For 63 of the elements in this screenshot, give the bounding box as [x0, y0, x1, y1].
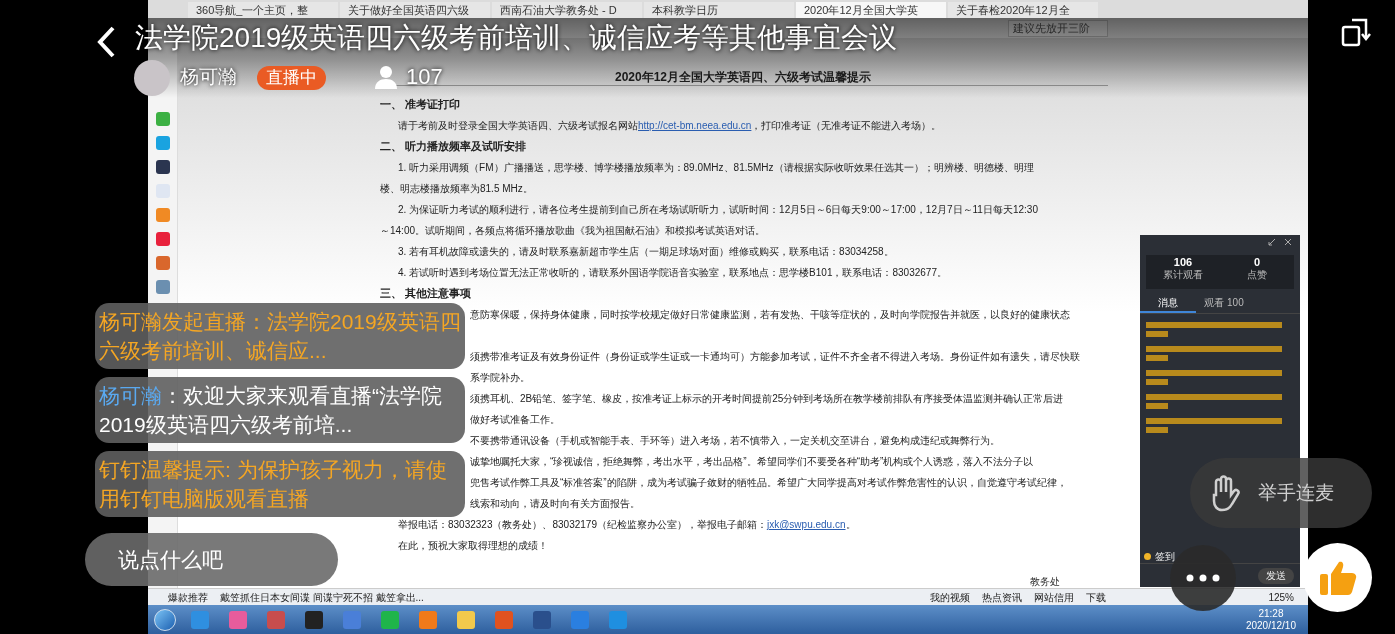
raise-hand-button[interactable]: 举手连麦 [1190, 458, 1372, 528]
document-paragraph: 2. 为保证听力考试的顺利进行，请各位考生提前到自己所在考场试听听力，试听时间：12月5日～6日每天9:00～17:00，12月7日～11日每天12:30 [398, 203, 1038, 217]
likes-count: 0 [1253, 255, 1261, 269]
chat-tab[interactable]: 消息 [1140, 295, 1196, 313]
minimize-icon[interactable] [1268, 238, 1276, 246]
document-paragraph: 在此，预祝大家取得理想的成绩！ [398, 539, 548, 553]
host-name: 杨可瀚 [180, 65, 237, 89]
browser-tab[interactable]: 本科教学日历 [644, 2, 794, 18]
document-paragraph: 线索和动向，请及时向有关方面报告。 [470, 497, 640, 511]
document-signature: 教务处 [1030, 576, 1060, 588]
document-paragraph: 4. 若试听时遇到考场位置无法正常收听的，请联系外国语学院语音实验室，联系地点：思学楼B101，联系电话：83032677。 [398, 266, 947, 280]
section-heading: 一、 准考证打印 [380, 97, 461, 112]
status-bar-link[interactable]: 戴笠抓住日本女间谍 间谍宁死不招 戴笠拿出... [220, 589, 424, 605]
browser-tab[interactable]: 360导航_一个主页，整 [188, 2, 338, 18]
status-bar-link[interactable]: 网站信用 [1034, 589, 1075, 605]
document-paragraph: 楼、明志楼播放频率为81.5 MHz。 [380, 182, 533, 196]
browser-tab[interactable]: 关于春检2020年12月全 [948, 2, 1098, 18]
document-paragraph: 须携带准考证及有效身份证件（身份证或学生证或一卡通均可）方能参加考试，证件不齐全者不得进入考场。身份证件如有遗失，请尽快联 [470, 350, 1080, 364]
status-bar-link[interactable]: 下载 [1086, 589, 1107, 605]
host-avatar[interactable] [134, 60, 170, 96]
status-bar-link[interactable]: 我的视频 [930, 589, 971, 605]
app-icon[interactable] [155, 160, 170, 174]
status-bar-link[interactable]: 热点资讯 [982, 589, 1023, 605]
section-heading: 二、 听力播放频率及试听安排 [380, 139, 527, 154]
document-paragraph: 3. 若有耳机故障或遗失的，请及时联系嘉新超市学生店（一期足球场对面）维修或购买，联系电话：83034258。 [398, 245, 894, 259]
chat-tab[interactable]: 观看 100 [1196, 295, 1252, 313]
live-status-badge: 直播中 [257, 66, 326, 90]
taskbar-date[interactable]: 2020/12/10 [1245, 619, 1296, 632]
status-bar-link[interactable]: 爆款推荐 [168, 589, 208, 605]
viewer-count: 107 [406, 63, 443, 91]
total-views-count: 106 [1173, 255, 1193, 269]
document-paragraph: 不要携带通讯设备（手机或智能手表、手环等）进入考场，若不慎带入，一定关机交至讲台，避免构成违纪或舞弊行为。 [470, 434, 1000, 448]
likes-label: 点赞 [1247, 269, 1267, 281]
browser-tab[interactable]: 关于做好全国英语四六级 [340, 2, 490, 18]
document-paragraph: 请于考前及时登录全国大学英语四、六级考试报名网站http://cet-bm.neea.edu.cn，打印准考证（无准考证不能进入考场）。 [398, 119, 942, 133]
document-paragraph: 1. 听力采用调频（FM）广播播送，思学楼、博学楼播放频率为：89.0MHz、81.5MHz（请根据实际收听效果任选其一）；明辨楼、明德楼、明理 [398, 161, 1034, 175]
total-views-label: 累计观看 [1163, 269, 1203, 281]
person-icon [373, 64, 399, 90]
send-button[interactable]: 发送 [1258, 567, 1294, 584]
zoom-level[interactable]: 125% [1268, 589, 1294, 605]
document-paragraph: 须携耳机、2B铅笔、签字笔、橡皮，按准考证上标示的开考时间提前25分钟到考场所在教学楼前排队有序接受体温监测并确认正常后进 [470, 392, 1064, 406]
more-dots-icon [1186, 574, 1220, 582]
document-paragraph: ～14:00。试听期间，各频点将循环播放歌曲《我为祖国献石油》和模拟考试英语对话。 [380, 224, 766, 238]
document-paragraph: 系学院补办。 [470, 371, 530, 385]
sign-in-label[interactable]: 签到 [1155, 548, 1175, 564]
document-paragraph: 意防寒保暖，保持身体健康，同时按学校规定做好日常健康监测，若有发热、干咳等症状的，及时向学院报告并就医，以良好的健康状态 [470, 308, 1070, 322]
document-link[interactable]: http://cet-bm.neea.edu.cn [638, 120, 752, 131]
live-comment: 钉钉温馨提示: 为保护孩子视力，请使用钉钉电脑版观看直播 [95, 451, 465, 517]
close-icon[interactable] [1284, 238, 1292, 246]
taskbar-clock[interactable]: 21:28 [1258, 607, 1284, 620]
live-comment: 杨可瀚发起直播：法学院2019级英语四六级考前培训、诚信应... [95, 303, 465, 369]
live-comment: 杨可瀚：欢迎大家来观看直播“法学院2019级英语四六级考前培... [95, 377, 465, 443]
document-paragraph: 做好考试准备工作。 [470, 413, 560, 427]
browser-tab[interactable]: 2020年12月全国大学英 [796, 2, 946, 18]
document-paragraph: 诚挚地嘱托大家，“珍视诚信，拒绝舞弊，考出水平，考出品格”。希望同学们不要受各种“助考”机构或个人诱惑，落入不法分子以 [470, 455, 1034, 469]
browser-tab[interactable]: 西南石油大学教务处 - D [492, 2, 642, 18]
start-button[interactable] [154, 608, 176, 631]
document-paragraph: 举报电话：83032323（教务处）、83032179（纪检监察办公室），举报电子邮箱：jxk@swpu.edu.cn。 [398, 518, 856, 532]
document-paragraph: 兜售考试作弊工具及“标准答案”的陷阱，成为考试骗子敛财的牺牲品。希望广大同学提高对考试作弊危害性的认识，自觉遵守考试纪律， [470, 476, 1067, 490]
comment-input[interactable]: 说点什么吧 [85, 533, 338, 586]
section-heading: 三、 其他注意事项 [380, 286, 472, 301]
document-link[interactable]: jxk@swpu.edu.cn [767, 519, 846, 530]
rotate-screen-icon[interactable] [1340, 16, 1372, 48]
